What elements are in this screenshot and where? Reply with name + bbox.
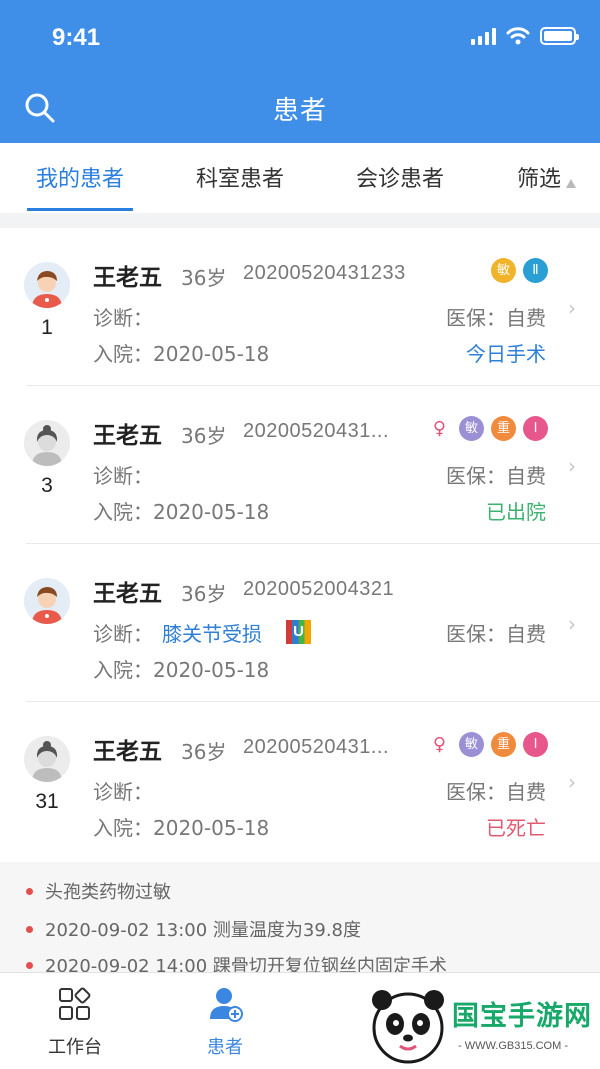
patient-card[interactable]: 3 王老五 36岁 20200520431... ♀ 敏 重 I 诊断： 医保：… — [0, 386, 600, 544]
insurance-type: 医保：自费 — [446, 464, 546, 488]
bullet-icon — [26, 961, 33, 969]
patient-age: 36岁 — [181, 424, 227, 448]
admission-date: 入院：2020-05-18 — [93, 658, 270, 682]
active-tab-indicator — [27, 208, 133, 211]
nav-workbench[interactable]: 工作台 — [20, 985, 130, 1059]
patient-id: 20200520431... — [243, 420, 390, 442]
battery-icon — [540, 27, 579, 45]
diagnosis-label: 诊断： — [93, 464, 153, 488]
diagnosis-tag: U — [286, 620, 311, 644]
allergy-badge: 敏 — [459, 416, 484, 441]
diagnosis-label: 诊断： — [93, 780, 153, 804]
female-icon: ♀ — [427, 732, 452, 757]
patient-tabs: 我的患者 科室患者 会诊患者 筛选 — [0, 143, 600, 213]
patient-status: 今日手术 — [466, 342, 546, 366]
note-item: 头孢类药物过敏 — [26, 878, 171, 904]
grid-icon — [59, 987, 91, 1020]
patient-add-icon — [210, 988, 243, 1022]
diagnosis-value: 膝关节受损 — [162, 622, 262, 646]
severe-badge: 重 — [491, 732, 516, 757]
patient-card[interactable]: 1 王老五 36岁 20200520431233 敏 Ⅱ 诊断： 医保：自费 入… — [0, 228, 600, 386]
patient-badges: ♀ 敏 重 I — [427, 416, 548, 441]
admission-date: 入院：2020-05-18 — [93, 816, 270, 840]
patient-name: 王老五 — [93, 265, 162, 291]
patient-card[interactable]: 31 王老五 36岁 20200520431... ♀ 敏 重 I 诊断： 医保… — [0, 702, 600, 860]
chevron-right-icon: › — [568, 612, 576, 636]
patient-id: 2020052004321 — [243, 578, 395, 600]
patient-status: 已出院 — [486, 500, 546, 524]
level-badge: I — [523, 732, 548, 757]
tab-department-patients[interactable]: 科室患者 — [196, 161, 284, 193]
watermark-logo: 国宝手游网 - WWW.GB315.COM - — [360, 984, 600, 1069]
patient-name: 王老五 — [93, 423, 162, 449]
patient-list: 1 王老五 36岁 20200520431233 敏 Ⅱ 诊断： 医保：自费 入… — [0, 228, 600, 862]
patient-badges: 敏 Ⅱ — [491, 258, 548, 283]
female-avatar-icon — [24, 736, 70, 782]
allergy-badge: 敏 — [491, 258, 516, 283]
note-item: 2020-09-02 13:00 测量温度为39.8度 — [26, 916, 361, 942]
female-icon: ♀ — [427, 416, 452, 441]
tab-my-patients[interactable]: 我的患者 — [36, 161, 124, 193]
male-doctor-avatar-icon — [24, 262, 70, 308]
insurance-type: 医保：自费 — [446, 780, 546, 804]
male-doctor-avatar-icon — [24, 578, 70, 624]
patient-id: 20200520431... — [243, 736, 390, 758]
bed-number: 1 — [41, 316, 53, 339]
page-title: 患者 — [272, 96, 327, 126]
admission-date: 入院：2020-05-18 — [93, 500, 270, 524]
diagnosis-label: 诊断： — [93, 622, 153, 646]
bed-number: 3 — [41, 474, 53, 497]
nav-patients[interactable]: 患者 — [170, 985, 280, 1059]
patient-age: 36岁 — [181, 582, 227, 606]
app-header: 9:41 患者 — [0, 0, 600, 143]
patient-card[interactable]: 王老五 36岁 2020052004321 诊断： 膝关节受损 U 医保：自费 … — [0, 544, 600, 702]
admission-date: 入院：2020-05-18 — [93, 342, 270, 366]
filter-label: 筛选 — [517, 167, 562, 192]
caret-icon — [566, 179, 577, 188]
status-icons — [471, 27, 579, 45]
chevron-right-icon: › — [568, 296, 576, 320]
signal-icon — [471, 27, 496, 45]
level-badge: I — [523, 416, 548, 441]
patient-notes: 头孢类药物过敏 2020-09-02 13:00 测量温度为39.8度 2020… — [0, 862, 600, 972]
level-badge: Ⅱ — [523, 258, 548, 283]
tab-consultation-patients[interactable]: 会诊患者 — [356, 161, 444, 193]
patient-name: 王老五 — [93, 581, 162, 607]
severe-badge: 重 — [491, 416, 516, 441]
bed-number: 31 — [35, 790, 59, 813]
chevron-right-icon: › — [568, 770, 576, 794]
note-item: 2020-09-02 14:00 踝骨切开复位钢丝内固定手术 — [26, 952, 447, 972]
watermark-title: 国宝手游网 — [452, 1001, 592, 1032]
chevron-right-icon: › — [568, 454, 576, 478]
patient-age: 36岁 — [181, 740, 227, 764]
diagnosis-label: 诊断： — [93, 306, 153, 330]
panda-logo-icon — [372, 990, 444, 1064]
status-time: 9:41 — [52, 24, 101, 51]
nav-label: 患者 — [207, 1037, 243, 1058]
female-avatar-icon — [24, 420, 70, 466]
nav-label: 工作台 — [48, 1037, 102, 1058]
insurance-type: 医保：自费 — [446, 306, 546, 330]
bullet-icon — [26, 925, 33, 933]
patient-status: 已死亡 — [486, 816, 546, 840]
patient-age: 36岁 — [181, 266, 227, 290]
wifi-icon — [506, 27, 530, 45]
tab-filter[interactable]: 筛选 — [517, 161, 577, 193]
patient-list-screen: 9:41 患者 我的患者 科室患者 会诊患者 筛选 1 王老五 36岁 2020… — [0, 0, 600, 1069]
bullet-icon — [26, 887, 33, 895]
patient-badges: ♀ 敏 重 I — [427, 732, 548, 757]
watermark-url: - WWW.GB315.COM - — [458, 1040, 568, 1052]
patient-name: 王老五 — [93, 739, 162, 765]
patient-id: 20200520431233 — [243, 262, 406, 284]
allergy-badge: 敏 — [459, 732, 484, 757]
insurance-type: 医保：自费 — [446, 622, 546, 646]
